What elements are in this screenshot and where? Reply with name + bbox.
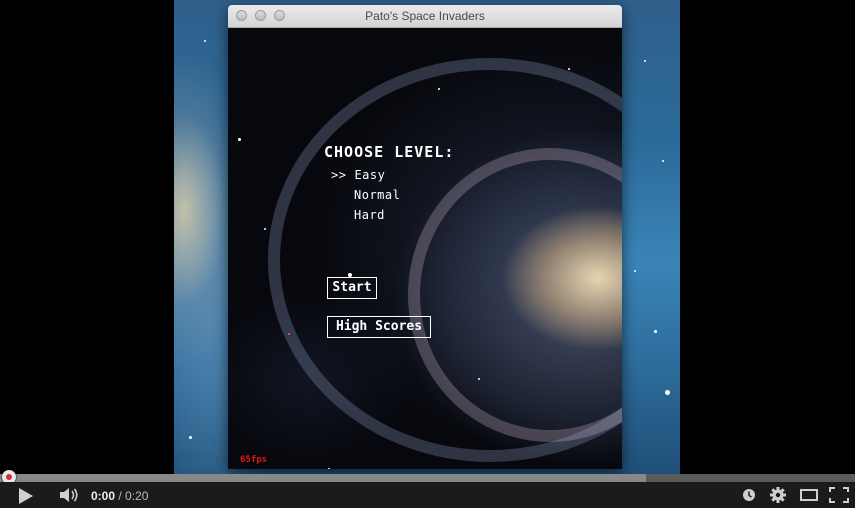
- time-separator: /: [115, 489, 126, 503]
- game-window: Pato's Space Invaders CHOOSE LEVEL: >> Ea…: [228, 5, 622, 469]
- start-button[interactable]: Start: [327, 277, 377, 299]
- settings-gear-icon[interactable]: [770, 487, 786, 503]
- choose-level-heading: CHOOSE LEVEL:: [324, 143, 455, 161]
- window-titlebar[interactable]: Pato's Space Invaders: [228, 5, 622, 28]
- level-label-easy: Easy: [354, 168, 386, 182]
- fullscreen-icon[interactable]: [829, 487, 849, 503]
- high-scores-button[interactable]: High Scores: [327, 316, 431, 338]
- volume-icon[interactable]: [59, 487, 81, 503]
- play-icon[interactable]: [19, 488, 33, 504]
- theater-mode-icon[interactable]: [800, 489, 818, 501]
- duration: 0:20: [125, 489, 149, 503]
- player-controls: 0:00 / 0:20: [0, 482, 855, 508]
- level-option-easy[interactable]: >> Easy: [331, 168, 385, 182]
- time-display: 0:00 / 0:20: [91, 489, 148, 503]
- buffered-progress: [0, 474, 646, 482]
- watch-later-icon[interactable]: [742, 488, 756, 502]
- game-canvas[interactable]: CHOOSE LEVEL: >> Easy Normal Hard Start H…: [228, 28, 622, 469]
- window-title: Pato's Space Invaders: [365, 9, 485, 23]
- fps-counter: 65fps: [240, 455, 268, 465]
- level-option-hard[interactable]: Hard: [354, 208, 385, 222]
- current-time: 0:00: [91, 489, 116, 503]
- letterbox-right: [680, 0, 855, 474]
- selection-cursor: >>: [331, 168, 347, 182]
- video-progress-bar[interactable]: [0, 474, 855, 482]
- level-option-normal[interactable]: Normal: [354, 188, 400, 202]
- letterbox-left: [0, 0, 174, 474]
